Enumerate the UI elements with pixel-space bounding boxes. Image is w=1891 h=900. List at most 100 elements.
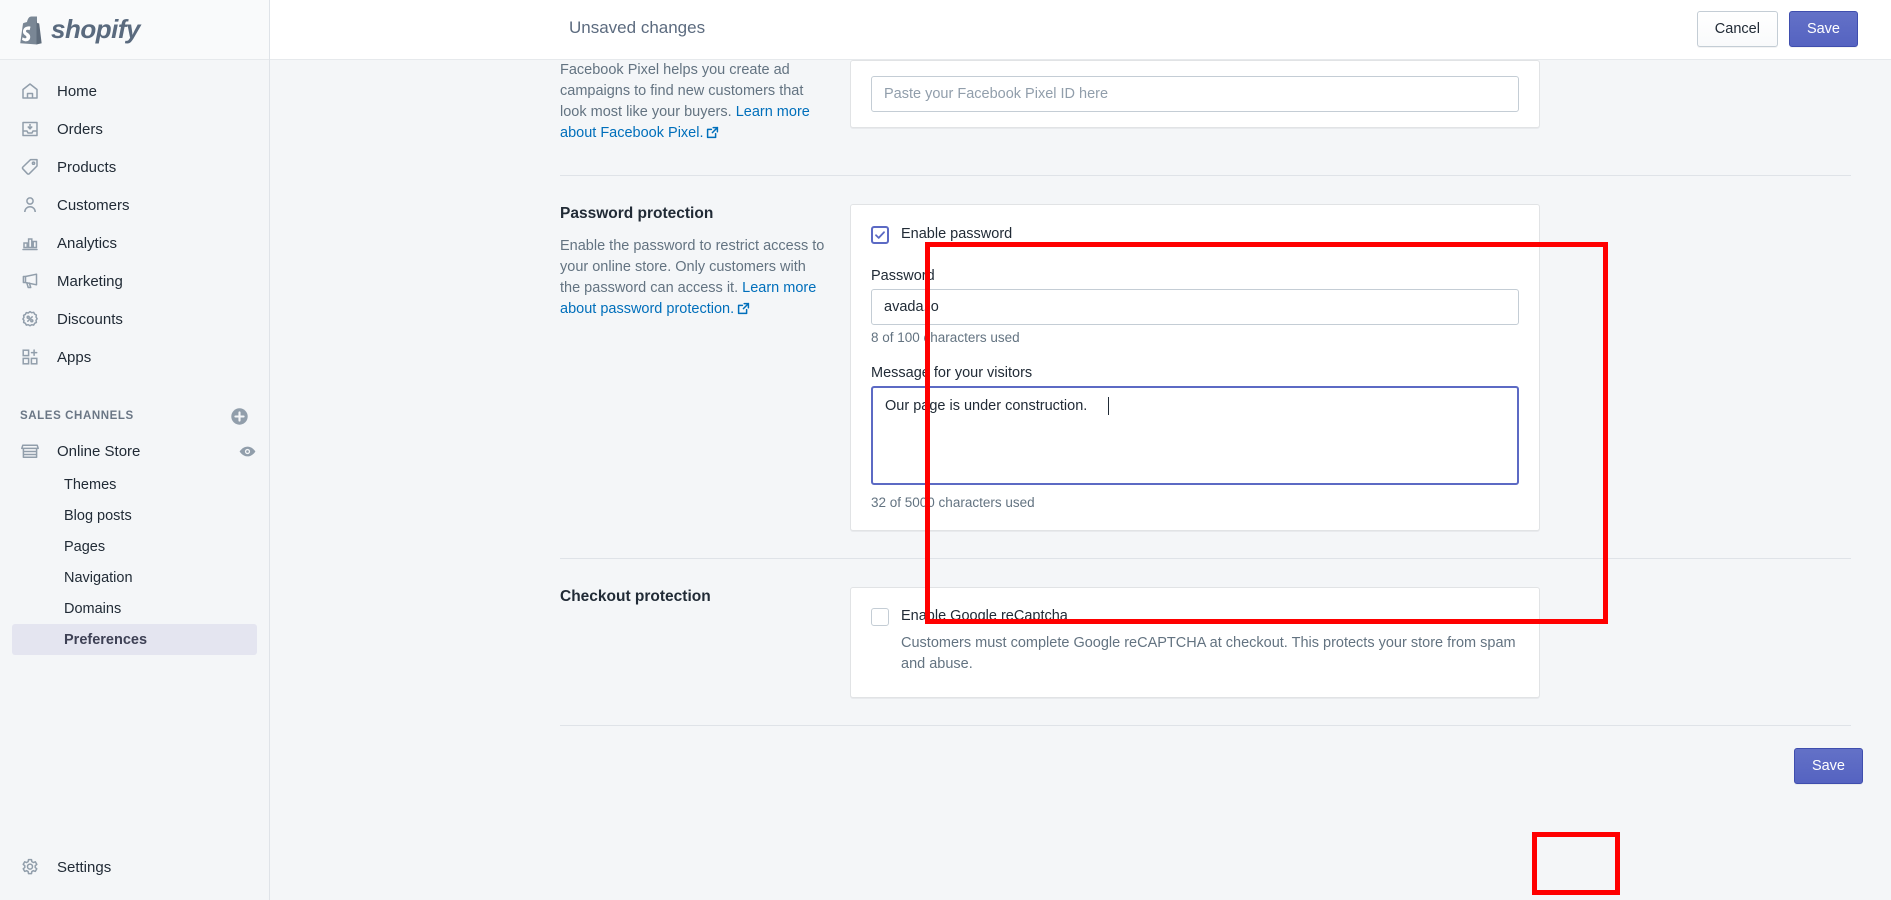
sidebar-item-analytics[interactable]: Analytics	[12, 225, 257, 261]
form-footer: Save	[560, 726, 1863, 804]
sidebar-item-customers[interactable]: Customers	[12, 187, 257, 223]
checkout-protection-card-body: Enable Google reCaptcha Customers must c…	[850, 586, 1540, 699]
password-protection-info: Password protection Enable the password …	[560, 204, 850, 322]
sales-channels-title: SALES CHANNELS	[20, 410, 134, 422]
main-content: Facebook Pixel helps you create ad campa…	[270, 60, 1891, 900]
checkout-protection-section: Checkout protection Enable Google reCapt…	[560, 559, 1863, 727]
enable-recaptcha-checkbox-row[interactable]: Enable Google reCaptcha	[871, 607, 1519, 627]
sidebar-item-home[interactable]: Home	[12, 73, 257, 109]
eye-icon[interactable]	[238, 442, 257, 461]
message-textarea-wrap	[871, 385, 1519, 490]
facebook-pixel-section: Facebook Pixel helps you create ad campa…	[560, 60, 1863, 177]
context-bar-actions: Cancel Save	[1696, 11, 1858, 47]
message-field-label: Message for your visitors	[871, 364, 1033, 381]
sidebar-item-label: Customers	[57, 196, 130, 214]
sidebar-item-pages[interactable]: Pages	[12, 531, 257, 562]
password-field-group: Password 8 of 100 characters used	[871, 268, 1519, 345]
sub-item-label: Navigation	[64, 569, 133, 586]
sidebar-item-label: Analytics	[57, 234, 118, 252]
sidebar-item-label: Apps	[57, 348, 92, 366]
sidebar-item-label: Products	[57, 158, 117, 176]
text-cursor	[1108, 396, 1109, 415]
facebook-pixel-info: Facebook Pixel helps you create ad campa…	[560, 60, 850, 146]
sub-item-label: Themes	[64, 476, 117, 493]
password-field-label: Password	[871, 267, 935, 284]
password-protection-card: Enable password Password 8 of 100 charac…	[850, 204, 1540, 531]
facebook-pixel-id-input[interactable]	[871, 76, 1519, 112]
discounts-percent-icon	[20, 309, 40, 329]
customers-person-icon	[20, 195, 40, 215]
sidebar-item-marketing[interactable]: Marketing	[12, 263, 257, 299]
enable-recaptcha-label: Enable Google reCaptcha	[901, 607, 1068, 624]
message-character-counter: 32 of 5000 characters used	[871, 494, 1035, 510]
password-input[interactable]	[871, 288, 1519, 325]
save-button[interactable]: Save	[1788, 11, 1858, 47]
unsaved-changes-title: Unsaved changes	[569, 18, 706, 37]
marketing-megaphone-icon	[20, 271, 40, 291]
sidebar-item-discounts[interactable]: Discounts	[12, 301, 257, 337]
enable-password-checkbox-row[interactable]: Enable password	[871, 225, 1519, 245]
products-tag-icon	[20, 157, 40, 177]
sidebar-footer: Settings	[0, 849, 269, 900]
message-textarea[interactable]	[871, 385, 1519, 485]
enable-password-label: Enable password	[901, 226, 1013, 243]
enable-recaptcha-description: Customers must complete Google reCAPTCHA…	[901, 635, 1516, 673]
message-field-group: Message for your visitors 32 of 5000 cha…	[871, 365, 1519, 510]
sidebar-item-products[interactable]: Products	[12, 149, 257, 185]
sidebar-item-label: Settings	[57, 858, 112, 876]
plus-circle-icon[interactable]	[230, 407, 249, 426]
gear-icon	[20, 857, 40, 877]
shopify-bag-logo-icon	[17, 15, 44, 45]
sidebar: shopify Home Orders Products Customers A…	[0, 0, 270, 900]
cancel-button[interactable]: Cancel	[1696, 11, 1778, 47]
sidebar-item-domains[interactable]: Domains	[12, 593, 257, 624]
shopify-admin-app: shopify Home Orders Products Customers A…	[0, 0, 1891, 900]
brand-logo[interactable]: shopify	[0, 0, 269, 60]
footer-save-button[interactable]: Save	[1793, 748, 1863, 785]
sidebar-item-preferences[interactable]: Preferences	[12, 624, 257, 655]
sidebar-item-label: Home	[57, 82, 98, 100]
orders-inbox-icon	[20, 119, 40, 139]
sidebar-item-label: Orders	[57, 120, 103, 138]
sidebar-item-settings[interactable]: Settings	[12, 849, 257, 885]
checkout-protection-info: Checkout protection	[560, 587, 850, 607]
sidebar-item-orders[interactable]: Orders	[12, 111, 257, 147]
sidebar-item-online-store[interactable]: Online Store	[12, 433, 257, 469]
sidebar-item-navigation[interactable]: Navigation	[12, 562, 257, 593]
sales-channels-header: SALES CHANNELS	[20, 403, 249, 429]
sidebar-item-label: Marketing	[57, 272, 123, 290]
facebook-pixel-description: Facebook Pixel helps you create ad campa…	[560, 60, 826, 146]
checkout-protection-title: Checkout protection	[560, 587, 711, 605]
password-protection-description: Enable the password to restrict access t…	[560, 236, 826, 322]
sidebar-item-blog-posts[interactable]: Blog posts	[12, 500, 257, 531]
enable-recaptcha-checkbox[interactable]	[871, 607, 889, 626]
sub-item-label: Blog posts	[64, 507, 132, 524]
sub-item-label: Pages	[64, 538, 106, 555]
channel-label: Online Store	[57, 442, 141, 460]
password-protection-title: Password protection	[560, 205, 714, 223]
apps-grid-plus-icon	[20, 347, 40, 367]
preferences-settings-form: Facebook Pixel helps you create ad campa…	[270, 60, 1891, 804]
sidebar-item-themes[interactable]: Themes	[12, 469, 257, 500]
online-store-subnav: Themes Blog posts Pages Navigation Domai…	[0, 469, 269, 655]
password-protection-section: Password protection Enable the password …	[560, 176, 1863, 559]
sub-item-label: Preferences	[64, 631, 148, 648]
enable-password-checkbox[interactable]	[871, 226, 889, 245]
checkout-protection-card: Enable Google reCaptcha Customers must c…	[850, 586, 1540, 699]
password-character-counter: 8 of 100 characters used	[871, 329, 1020, 345]
external-link-icon	[737, 301, 750, 322]
context-bar: Unsaved changes Cancel Save	[270, 0, 1891, 60]
analytics-bars-icon	[20, 233, 40, 253]
store-icon	[20, 441, 40, 461]
facebook-pixel-card-body	[850, 60, 1540, 128]
sidebar-item-label: Discounts	[57, 310, 123, 328]
password-protection-card-body: Enable password Password 8 of 100 charac…	[850, 204, 1540, 531]
home-icon	[20, 81, 40, 101]
facebook-pixel-card	[850, 60, 1540, 128]
sub-item-label: Domains	[64, 600, 122, 617]
sidebar-item-apps[interactable]: Apps	[12, 339, 257, 375]
primary-nav: Home Orders Products Customers Analytics…	[0, 60, 269, 377]
external-link-icon	[706, 125, 719, 146]
brand-name: shopify	[51, 14, 140, 44]
